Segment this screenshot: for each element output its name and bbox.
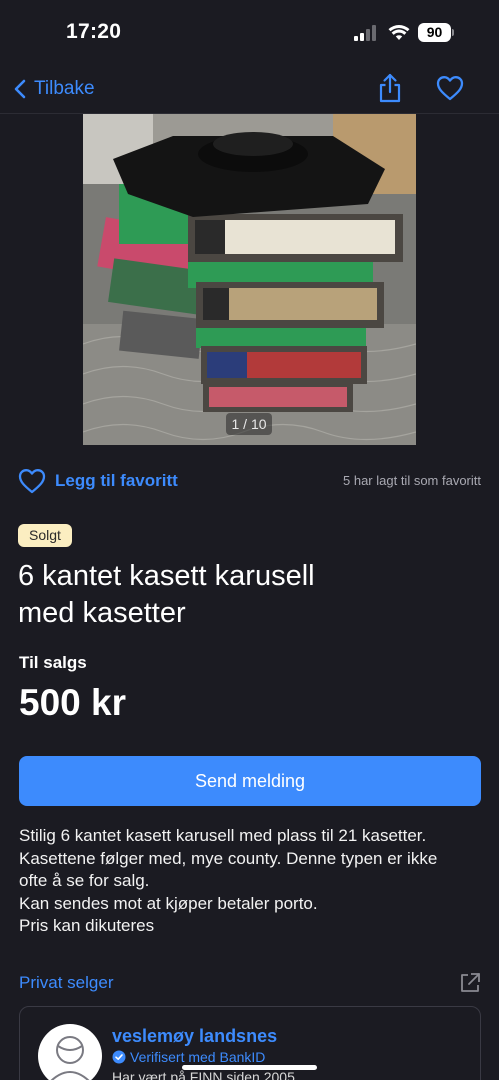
cassette-carousel-photo	[83, 114, 416, 445]
member-since: Har vært på FINN siden 2005	[112, 1069, 295, 1080]
send-message-button[interactable]: Send melding	[19, 756, 481, 806]
product-image[interactable]	[83, 114, 416, 445]
battery-icon: 90	[418, 23, 454, 42]
description-line: Kasettene følger med, mye county. Denne …	[19, 848, 438, 868]
verified-badge: Verifisert med BankID	[112, 1049, 265, 1065]
chevron-left-icon	[14, 79, 26, 99]
verified-check-icon	[112, 1050, 126, 1064]
listing-title: 6 kantet kasett karusell med kasetter	[18, 558, 458, 632]
cellular-signal-icon	[354, 25, 376, 41]
status-bar: 17:20 90	[0, 0, 499, 64]
back-label: Tilbake	[34, 78, 95, 99]
seller-name[interactable]: veslemøy landsnes	[112, 1026, 277, 1047]
seller-type: Privat selger	[19, 973, 114, 992]
listing-description: Stilig 6 kantet kasett karusell med plas…	[19, 825, 481, 938]
status-time: 17:20	[66, 20, 122, 43]
seller-header: Privat selger	[19, 972, 481, 996]
external-link-icon[interactable]	[459, 972, 481, 994]
price: 500 kr	[19, 682, 126, 723]
nav-bar: Tilbake	[0, 64, 499, 114]
favorite-row: Legg til favoritt 5 har lagt til som fav…	[18, 466, 481, 496]
listing-title-line-1: 6 kantet kasett karusell	[18, 560, 315, 592]
description-line: Kan sendes mot at kjøper betaler porto.	[19, 893, 318, 913]
battery-level: 90	[418, 23, 451, 42]
back-button[interactable]: Tilbake	[14, 74, 95, 104]
favorite-count: 5 har lagt til som favoritt	[343, 473, 481, 488]
add-favorite-label: Legg til favoritt	[55, 471, 178, 490]
listing-title-line-2: med kasetter	[18, 597, 186, 629]
status-badge: Solgt	[18, 524, 72, 547]
description-line: Pris kan dikuteres	[19, 916, 155, 935]
price-label: Til salgs	[19, 653, 87, 672]
description-line: ofte å se for salg.	[19, 871, 150, 890]
avatar	[38, 1024, 102, 1080]
home-indicator[interactable]	[182, 1065, 317, 1070]
heart-icon	[18, 469, 46, 494]
description-line: Stilig 6 kantet kasett karusell med plas…	[19, 826, 427, 845]
image-counter: 1 / 10	[226, 413, 272, 435]
share-icon[interactable]	[377, 73, 403, 103]
heart-icon[interactable]	[436, 75, 464, 101]
user-placeholder-icon	[50, 1036, 90, 1080]
add-favorite-button[interactable]: Legg til favoritt	[18, 466, 178, 496]
verified-label: Verifisert med BankID	[130, 1049, 266, 1065]
wifi-icon	[388, 25, 410, 40]
